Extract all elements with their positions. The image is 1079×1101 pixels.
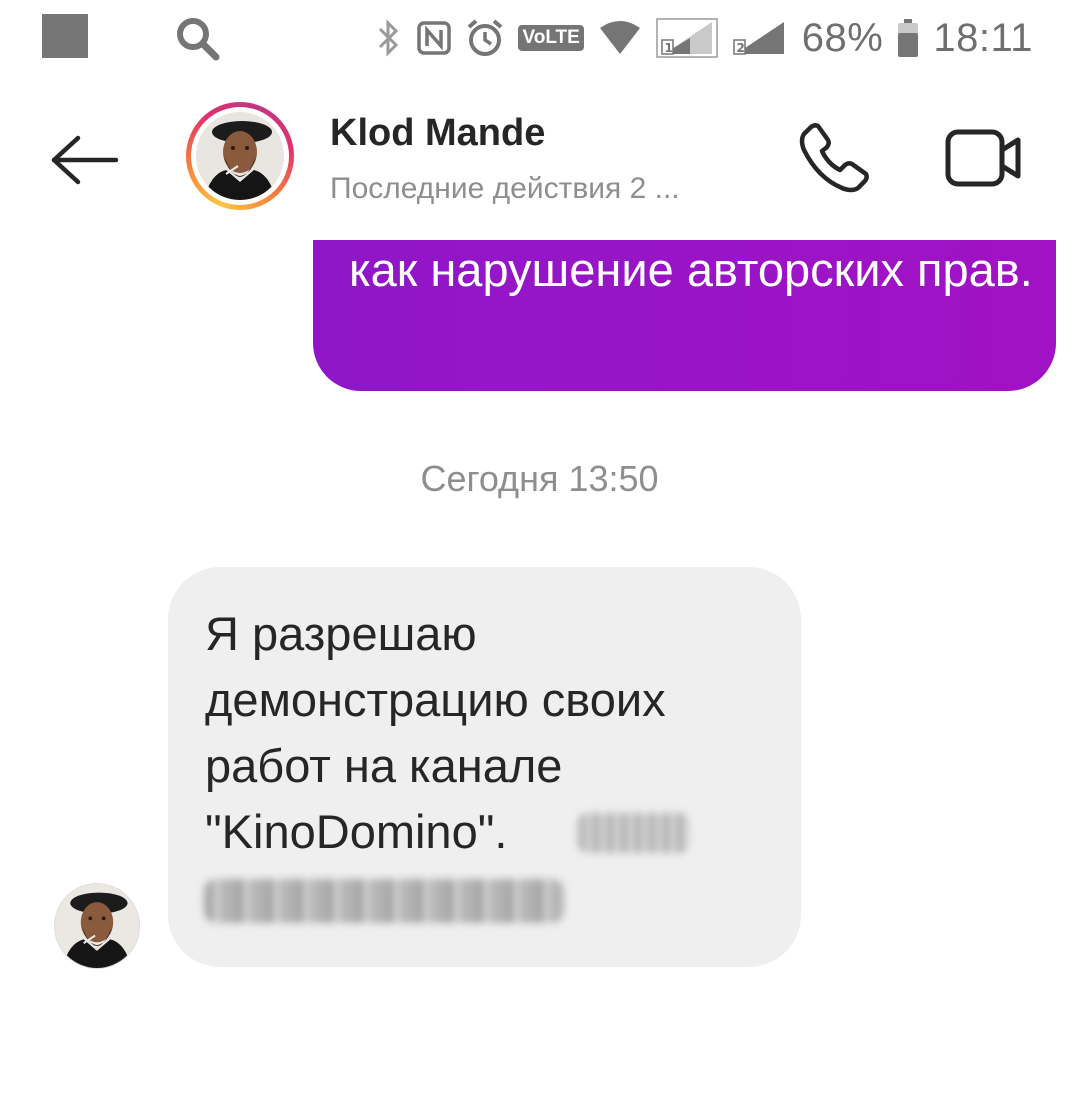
day-timestamp: Сегодня 13:50 — [420, 458, 659, 499]
search-icon — [175, 16, 221, 67]
audio-call-button[interactable] — [796, 120, 872, 196]
svg-text:2: 2 — [736, 41, 744, 55]
contact-avatar[interactable] — [186, 102, 294, 210]
signal-sim1-icon: 1 — [656, 18, 718, 58]
clock: 18:11 — [933, 15, 1033, 60]
svg-text:1: 1 — [664, 41, 672, 55]
video-call-button[interactable] — [944, 126, 1024, 190]
redacted-text-block — [204, 879, 564, 923]
alarm-icon — [466, 18, 504, 58]
back-arrow-icon — [51, 135, 119, 185]
outgoing-message-bubble[interactable]: как нарушение авторских прав. — [313, 240, 1056, 391]
incoming-message-bubble[interactable]: Я разрешаю демонстрацию своих работ на к… — [168, 567, 801, 967]
nfc-icon — [416, 20, 452, 56]
volte-icon: VoLTE — [518, 25, 584, 51]
chat-header: Klod Mande Последние действия 2 ... — [0, 90, 1079, 230]
notification-square-icon — [42, 14, 88, 58]
signal-sim2-icon: 2 — [732, 18, 788, 58]
battery-percent: 68% — [801, 15, 884, 60]
outgoing-message-text: как нарушение авторских прав. — [349, 243, 1033, 296]
incoming-message-text: Я разрешаю демонстрацию своих работ на к… — [205, 607, 666, 858]
bluetooth-icon — [376, 18, 402, 58]
wifi-icon — [598, 20, 642, 56]
redacted-text-block — [578, 813, 690, 853]
activity-status: Последние действия 2 ... — [330, 172, 680, 205]
sender-avatar[interactable] — [54, 883, 140, 969]
status-bar: VoLTE 1 2 68% 18:11 — [0, 0, 1079, 80]
avatar-photo — [55, 884, 139, 968]
battery-icon — [897, 18, 919, 58]
back-button[interactable] — [48, 130, 120, 190]
avatar-photo — [196, 112, 284, 200]
video-camera-icon — [945, 129, 1021, 187]
phone-icon — [799, 123, 869, 193]
contact-name[interactable]: Klod Mande — [330, 112, 545, 155]
